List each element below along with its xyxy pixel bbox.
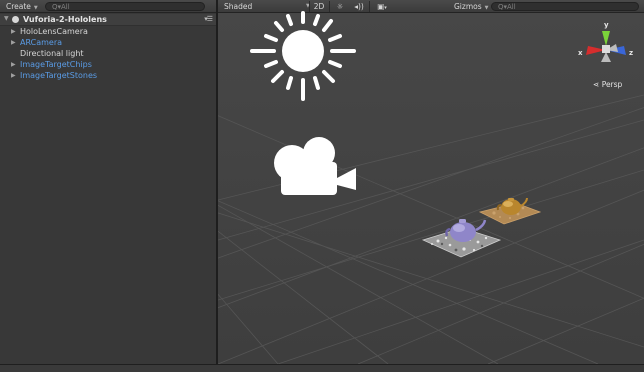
expand-arrow-icon[interactable]: ▶ [11, 59, 16, 70]
hierarchy-search-input[interactable]: Q▾All [45, 2, 205, 11]
hierarchy-item-label: HoloLensCamera [20, 27, 88, 36]
expand-arrow-icon[interactable]: ▶ [11, 70, 16, 81]
expand-arrow-icon[interactable]: ▶ [11, 37, 16, 48]
hierarchy-item-imagetargetchips[interactable]: ▶ ImageTargetChips [11, 59, 92, 70]
perspective-toggle[interactable]: ⋖ Persp [593, 80, 622, 89]
hierarchy-item-label: ImageTargetStones [20, 71, 98, 80]
scene-menu-icon[interactable]: ▾☰ [204, 15, 213, 23]
chevron-down-icon: ▼ [33, 5, 38, 11]
hierarchy-item-label: ImageTargetChips [20, 60, 92, 69]
hierarchy-item-imagetargetstones[interactable]: ▶ ImageTargetStones [11, 70, 98, 81]
gizmo-axis-x-label: x [578, 49, 583, 57]
unity-scene-icon [12, 16, 19, 23]
collapse-triangle-icon[interactable]: ▼ [4, 15, 9, 22]
hierarchy-item-label: Directional light [20, 49, 84, 58]
scene-row[interactable]: ▼ Vuforia-2-Hololens ▾☰ [0, 14, 216, 26]
expand-arrow-icon[interactable]: ▶ [11, 26, 16, 37]
create-dropdown[interactable]: Create ▼ [0, 2, 38, 11]
hierarchy-panel: Create ▼ Q▾All ▼ Vuforia-2-Hololens ▾☰ ▶ … [0, 0, 218, 364]
scene-view[interactable]: Shaded ▼ 2D ☼ ◂)) ▣▾ Gizmos ▼ Q▾All y x … [218, 0, 644, 364]
hierarchy-item-label: ARCamera [20, 38, 63, 47]
scene-name: Vuforia-2-Hololens [23, 15, 107, 24]
perspective-label: Persp [601, 80, 623, 89]
hierarchy-item-directional-light[interactable]: Directional light [20, 48, 84, 59]
create-label: Create [6, 2, 31, 11]
gizmo-axis-z-label: z [629, 49, 634, 57]
gizmo-axis-y-label: y [604, 21, 609, 29]
perspective-icon: ⋖ [593, 80, 600, 89]
hierarchy-toolbar: Create ▼ Q▾All [0, 0, 216, 13]
hierarchy-item-hololenscamera[interactable]: ▶ HoloLensCamera [11, 26, 88, 37]
hierarchy-item-arcamera[interactable]: ▶ ARCamera [11, 37, 63, 48]
